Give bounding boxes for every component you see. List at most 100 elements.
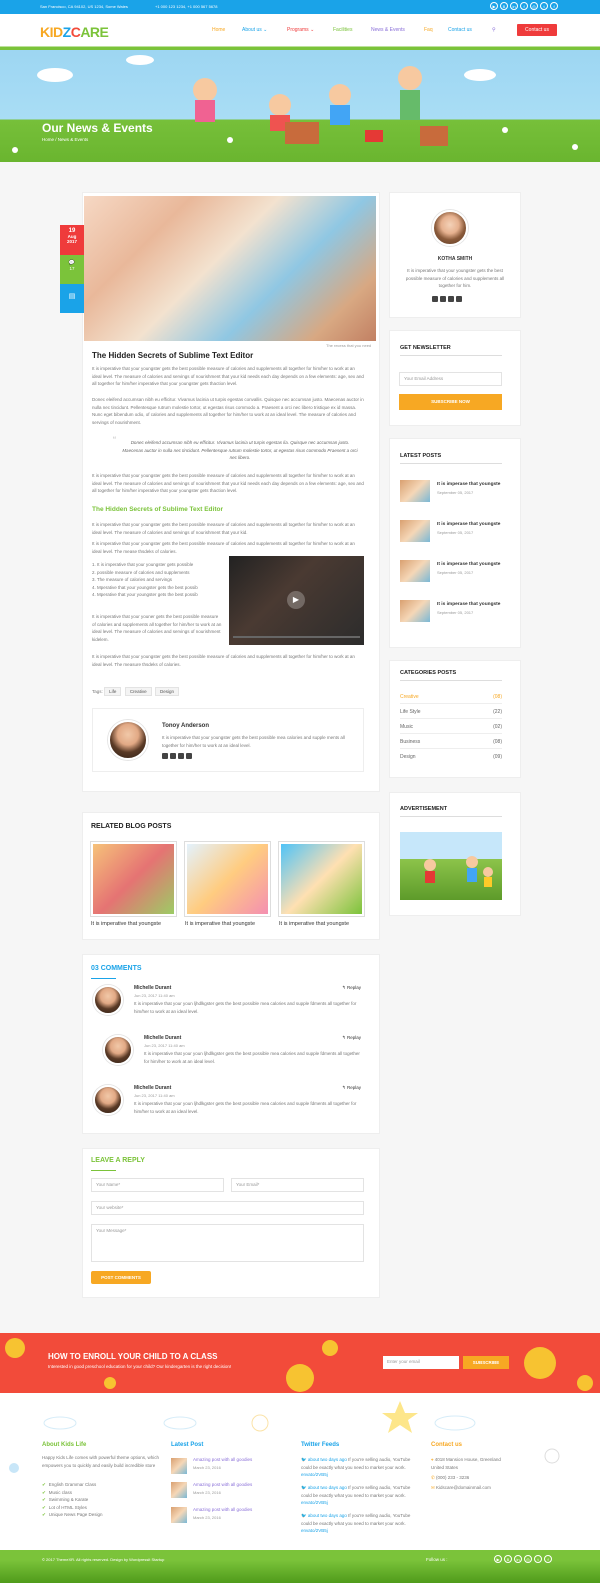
- footer-twitter-title: Twitter Feeds: [301, 1442, 340, 1448]
- facebook-icon[interactable]: [432, 296, 438, 302]
- author-name: Tonoy Anderson: [162, 723, 209, 729]
- latest-post-date: September 05, 2017: [437, 490, 474, 495]
- latest-thumb[interactable]: [400, 600, 430, 622]
- message-textarea[interactable]: Your Message*: [91, 1224, 364, 1262]
- dribbble-icon[interactable]: ◎: [530, 2, 538, 10]
- comment-text: It is imperative that your youn ljhdlkgs…: [144, 1051, 360, 1064]
- tweet-link[interactable]: envato/2VB5j: [301, 1500, 328, 1505]
- tag-life[interactable]: Life: [104, 687, 122, 696]
- twitter-icon[interactable]: t: [534, 1555, 542, 1563]
- newsletter-title: GET NEWSLETTER: [400, 345, 451, 351]
- linkedin-icon[interactable]: [178, 753, 184, 759]
- footer: [0, 1393, 600, 1553]
- youtube-icon[interactable]: ▶: [494, 1555, 502, 1563]
- play-icon[interactable]: ▶: [287, 591, 305, 609]
- tag-design[interactable]: Design: [154, 687, 179, 696]
- category-item[interactable]: Life Style (22): [400, 709, 502, 719]
- dribbble-icon[interactable]: ◎: [524, 1555, 532, 1563]
- comment-count-badge[interactable]: 💬 17: [60, 255, 84, 284]
- tweet-link[interactable]: envato/2VB5j: [301, 1472, 328, 1477]
- list-item: 4. Mperative that your youngster gets th…: [92, 592, 198, 597]
- nav-contact[interactable]: Contact us: [448, 27, 472, 33]
- tweet-link[interactable]: envato/2VB5j: [301, 1528, 328, 1533]
- website-input[interactable]: Your website*: [91, 1201, 364, 1215]
- advertisement-title: ADVERTISEMENT: [400, 806, 448, 812]
- latest-post-title[interactable]: It is imperase that youngste: [437, 522, 500, 527]
- footer-social: ▶ B in ◎ t f: [494, 1555, 552, 1563]
- nav-programs[interactable]: Programs ⌄: [287, 27, 314, 33]
- post-comments-button[interactable]: POST COMMENTS: [91, 1271, 151, 1284]
- enroll-email-input[interactable]: Enter your email: [383, 1356, 459, 1369]
- tag-creative[interactable]: Creative: [124, 687, 152, 696]
- advertisement-image[interactable]: [400, 832, 502, 900]
- reply-icon: ↰: [342, 1035, 346, 1040]
- footer-latest-link[interactable]: Amazing post with all goodies: [193, 1507, 252, 1512]
- phone-text: +1 000 123 1234, +1 000 567 5678: [155, 4, 218, 9]
- related-image-1[interactable]: [91, 842, 176, 916]
- dribbble-icon[interactable]: [456, 296, 462, 302]
- check-icon: ✔: [42, 1482, 46, 1487]
- latest-thumb[interactable]: [400, 560, 430, 582]
- related-caption-2[interactable]: It is imperative that youngste: [185, 921, 255, 927]
- nav-faq[interactable]: Faq: [424, 27, 433, 33]
- category-item[interactable]: Music (02): [400, 724, 502, 734]
- behance-icon[interactable]: B: [500, 2, 508, 10]
- search-icon[interactable]: ⚲: [492, 27, 496, 33]
- contact-button[interactable]: Contact us: [517, 24, 557, 36]
- nav-news[interactable]: News & Events: [371, 27, 405, 33]
- nav-home[interactable]: Home: [212, 27, 225, 33]
- dribbble-icon[interactable]: [186, 753, 192, 759]
- footer-latest-link[interactable]: Amazing post with all goodies: [193, 1457, 252, 1462]
- contact-email[interactable]: ✉ Kidscare@domainmail.com: [431, 1484, 491, 1492]
- category-item[interactable]: Design (09): [400, 754, 502, 760]
- document-icon[interactable]: ▤: [60, 284, 84, 313]
- footer-latest-link[interactable]: Amazing post with all goodies: [193, 1482, 252, 1487]
- latest-post-title[interactable]: It is imperase that youngste: [437, 602, 500, 607]
- facebook-alt-icon[interactable]: f: [550, 2, 558, 10]
- reply-button[interactable]: ↰ Replay: [342, 1035, 361, 1041]
- name-input[interactable]: Your Name*: [91, 1178, 224, 1192]
- latest-thumb[interactable]: [400, 480, 430, 502]
- email-input[interactable]: Your Email*: [231, 1178, 364, 1192]
- profile-social: [432, 296, 462, 302]
- latest-post-title[interactable]: It is imperase that youngste: [437, 562, 500, 567]
- footer-latest-thumb[interactable]: [171, 1507, 187, 1523]
- linkedin-icon[interactable]: [448, 296, 454, 302]
- facebook-icon[interactable]: [162, 753, 168, 759]
- related-caption-1[interactable]: It is imperative that youngste: [91, 921, 161, 927]
- video-progress[interactable]: [233, 636, 360, 638]
- linkedin-icon[interactable]: in: [514, 1555, 522, 1563]
- site-logo[interactable]: KIDZCARE: [40, 24, 109, 40]
- subscribe-now-button[interactable]: SUBSCRIBE NOW: [399, 394, 502, 410]
- breadcrumb[interactable]: Home / News & Events: [42, 137, 88, 142]
- comment-text: It is imperative that your youn ljhdlkgs…: [134, 1001, 357, 1014]
- twitter-icon[interactable]: [170, 753, 176, 759]
- latest-thumb[interactable]: [400, 520, 430, 542]
- related-caption-3[interactable]: It is imperative that youngste: [279, 921, 349, 927]
- list-item: 2. possible measure of calories and supp…: [92, 569, 190, 575]
- reply-button[interactable]: ↰ Replay: [342, 985, 361, 991]
- facebook-icon[interactable]: f: [544, 1555, 552, 1563]
- facebook-icon[interactable]: f: [520, 2, 528, 10]
- video-player[interactable]: ▶: [229, 556, 364, 645]
- related-image-2[interactable]: [185, 842, 270, 916]
- author-bio: It is imperative that your youngster get…: [162, 735, 345, 748]
- twitter-icon[interactable]: t: [540, 2, 548, 10]
- nav-about[interactable]: About us ⌄: [242, 27, 267, 33]
- footer-latest-thumb[interactable]: [171, 1482, 187, 1498]
- related-image-3[interactable]: [279, 842, 364, 916]
- newsletter-email-input[interactable]: Your Email Address: [399, 372, 502, 386]
- commenter-avatar: [103, 1035, 133, 1065]
- check-icon: ✔: [42, 1504, 46, 1510]
- enroll-subscribe-button[interactable]: SUBSCRIBE: [463, 1356, 509, 1369]
- latest-post-title[interactable]: It is imperase that youngste: [437, 482, 500, 487]
- category-item[interactable]: Business (08): [400, 739, 502, 749]
- behance-icon[interactable]: B: [504, 1555, 512, 1563]
- footer-latest-thumb[interactable]: [171, 1458, 187, 1474]
- youtube-icon[interactable]: ▶: [490, 2, 498, 10]
- linkedin-icon[interactable]: in: [510, 2, 518, 10]
- nav-facilities[interactable]: Facilities: [333, 27, 352, 33]
- reply-button[interactable]: ↰ Replay: [342, 1085, 361, 1091]
- twitter-icon[interactable]: [440, 296, 446, 302]
- category-item[interactable]: Creative (08): [400, 694, 502, 704]
